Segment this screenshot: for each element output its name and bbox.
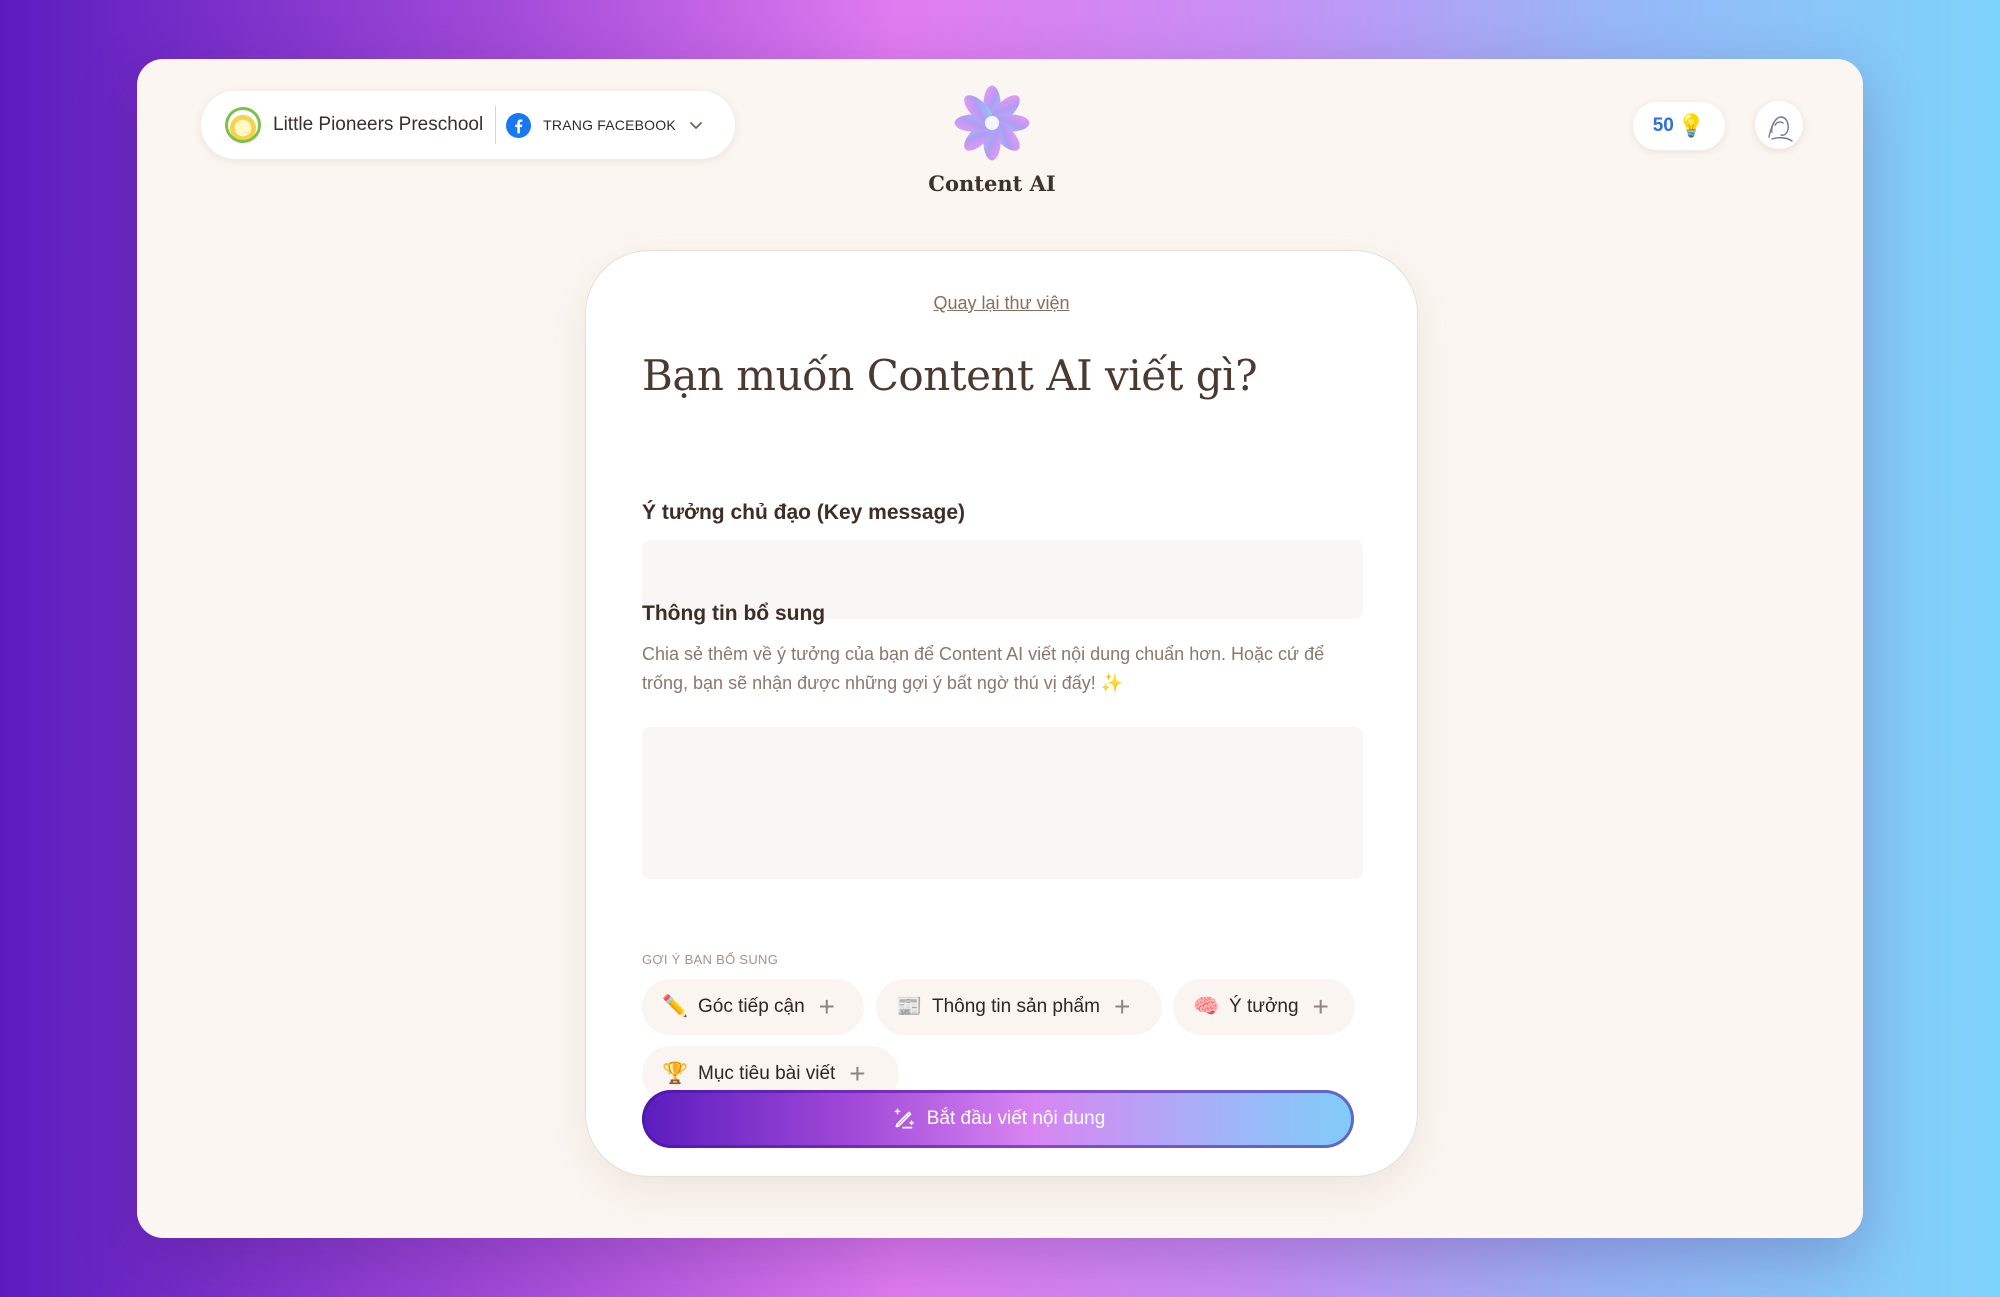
trophy-icon: 🏆 [662, 1062, 689, 1085]
extra-info-label: Thông tin bổ sung [642, 602, 826, 625]
suggestion-chip-product-info[interactable]: 📰 Thông tin sản phẩm + [876, 979, 1162, 1035]
page-type-label: TRANG FACEBOOK [543, 117, 676, 133]
start-writing-button[interactable]: Bắt đầu viết nội dung [642, 1090, 1354, 1148]
app-title: Content AI [928, 171, 1056, 196]
page-selector[interactable]: Little Pioneers Preschool TRANG FACEBOOK [201, 91, 735, 159]
credits-badge[interactable]: 50 💡 [1633, 102, 1725, 150]
back-to-library-link[interactable]: Quay lại thư viện [586, 293, 1417, 314]
lightbulb-icon: 💡 [1677, 113, 1706, 138]
plus-icon: + [1113, 991, 1131, 1022]
lotus-logo-icon [954, 85, 1030, 161]
plus-icon: + [1312, 991, 1329, 1022]
magic-pen-icon [894, 1108, 914, 1129]
suggestions-title: GỢI Ý BẠN BỔ SUNG [642, 952, 779, 967]
suggestion-chip-label: Góc tiếp cận [698, 996, 805, 1017]
start-writing-label: Bắt đầu viết nội dung [926, 1108, 1106, 1129]
credits-count: 50 [1652, 115, 1674, 136]
compose-card: Quay lại thư viện Bạn muốn Content AI vi… [585, 250, 1418, 1177]
app-window: Little Pioneers Preschool TRANG FACEBOOK [137, 59, 1863, 1238]
preschool-logo-icon [225, 107, 261, 143]
suggestion-chip-label: Ý tưởng [1229, 996, 1299, 1017]
extra-info-textarea[interactable] [642, 727, 1363, 879]
suggestion-chip-label: Thông tin sản phẩm [932, 996, 1100, 1017]
facebook-icon [506, 112, 532, 138]
newspaper-icon: 📰 [896, 995, 923, 1018]
chevron-down-icon[interactable] [688, 117, 704, 133]
extra-info-helper: Chia sẻ thêm về ý tưởng của bạn để Conte… [642, 644, 1325, 693]
divider [495, 106, 497, 144]
pencil-icon: ✏️ [662, 995, 689, 1018]
suggestion-chip-approach[interactable]: ✏️ Góc tiếp cận + [642, 979, 864, 1035]
plus-icon: + [818, 991, 836, 1022]
brand-name: Little Pioneers Preschool [273, 114, 484, 135]
key-message-label: Ý tưởng chủ đạo (Key message) [642, 501, 966, 524]
brain-icon: 🧠 [1193, 995, 1220, 1018]
plus-icon: + [849, 1058, 866, 1089]
suggestion-chip-idea[interactable]: 🧠 Ý tưởng + [1173, 979, 1355, 1035]
suggestion-chip-label: Mục tiêu bài viết [698, 1063, 836, 1084]
user-avatar-icon[interactable] [1755, 101, 1803, 149]
page-title: Bạn muốn Content AI viết gì? [642, 351, 1258, 400]
